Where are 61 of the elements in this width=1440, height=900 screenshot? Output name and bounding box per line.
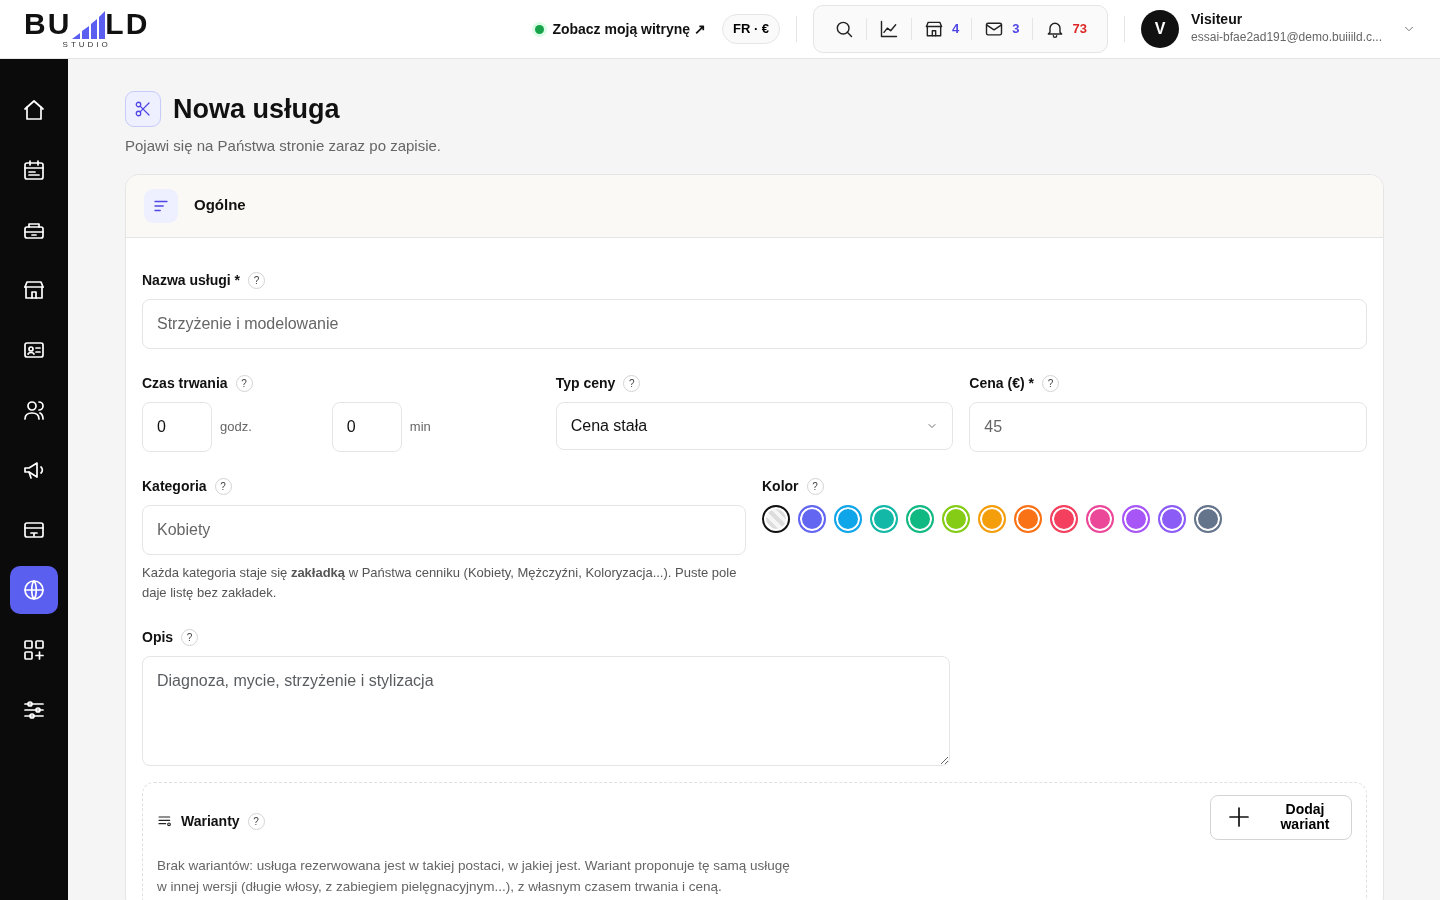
- users-icon: [22, 398, 46, 423]
- site-link[interactable]: Zobacz moją witrynę ↗: [552, 18, 706, 40]
- mail-button[interactable]: 3: [972, 15, 1032, 44]
- variants-title: Warianty: [181, 812, 240, 831]
- color-swatch[interactable]: [978, 504, 1006, 533]
- color-swatch[interactable]: [1194, 504, 1222, 533]
- field-label: Czas trwania: [142, 373, 228, 393]
- color-swatch[interactable]: [1122, 504, 1150, 533]
- color-swatch[interactable]: [798, 504, 826, 533]
- field-label: Kolor: [762, 476, 799, 496]
- unit-label: min: [409, 417, 431, 436]
- scissors-icon: [134, 100, 152, 119]
- minutes-field[interactable]: 0: [331, 401, 402, 452]
- store-button[interactable]: 4: [912, 15, 972, 44]
- search-icon: [834, 19, 855, 40]
- color-swatch[interactable]: [906, 504, 934, 533]
- logo-subtitle: STUDIO: [62, 39, 111, 52]
- color-swatch[interactable]: [1086, 504, 1114, 533]
- color-swatch[interactable]: [1050, 504, 1078, 533]
- no-color-swatch[interactable]: [762, 504, 790, 533]
- page-subtitle: Pojawi się na Państwa stronie zaraz po zapisie.: [125, 136, 442, 157]
- unit-label: godz.: [220, 417, 252, 436]
- variants-empty-text: Brak wariantów: usługa rezerwowana jest w takiej postaci, w jakiej jest. Wariant proponuje tę samą usługę w innej wersji (długie włosy, z zabiegiem pielęgnacyjnym...), z własnym czasem trwania i ceną.: [157, 856, 791, 896]
- field-label: Opis: [142, 628, 174, 647]
- price-field[interactable]: 45: [969, 401, 1367, 452]
- hours-field[interactable]: 0: [142, 401, 212, 452]
- user-email: essai-bfae2ad191@demo.buiiild.c...: [1191, 28, 1382, 46]
- color-swatch[interactable]: [870, 504, 898, 533]
- color-swatch[interactable]: [942, 504, 970, 533]
- sidebar-item[interactable]: [10, 566, 58, 615]
- field-label: Cena (€) *: [969, 373, 1034, 393]
- add-variant-button[interactable]: Dodaj wariant: [1210, 795, 1352, 840]
- logo-text: BU: [24, 9, 72, 40]
- count-label: 4: [952, 20, 960, 39]
- category-field[interactable]: Kobiety: [142, 504, 746, 555]
- logo-text: LD: [105, 9, 150, 40]
- plus-icon: [1227, 805, 1251, 830]
- color-swatch[interactable]: [834, 504, 862, 533]
- select-value: Cena stała: [570, 415, 648, 436]
- locale-button[interactable]: FR · €: [721, 14, 781, 44]
- user-avatar: V: [1141, 10, 1180, 49]
- home-icon: [22, 98, 46, 123]
- category-hint: Każda kategoria staje się zakładką w Państwa cenniku (Kobiety, Mężczyźni, Koloryzacja...). Puste pole daje listę bez zakładek.: [142, 563, 738, 602]
- globe-icon: [22, 578, 46, 603]
- apps-icon: [22, 638, 46, 663]
- field-label: Nazwa usługi *: [142, 270, 241, 290]
- count-label: 3: [1012, 20, 1020, 39]
- user-name: Visiteur: [1191, 12, 1244, 28]
- color-swatch[interactable]: [1014, 504, 1042, 533]
- field-label: Typ ceny: [555, 373, 616, 393]
- price-type-select[interactable]: Cena stała: [555, 401, 954, 450]
- chart-icon: [879, 19, 900, 40]
- calendar-icon: [22, 158, 46, 183]
- field-label: Kategoria: [142, 476, 207, 496]
- color-swatch[interactable]: [1158, 504, 1186, 533]
- section-title: Ogólne: [194, 195, 246, 216]
- description-field[interactable]: Diagnoza, mycie, strzyżenie i stylizacja: [142, 656, 950, 766]
- name-field[interactable]: Strzyżenie i modelowanie: [142, 298, 1367, 349]
- bell-button[interactable]: 73: [1032, 15, 1100, 44]
- count-label: 73: [1072, 20, 1088, 39]
- page-title: Nowa usługa: [173, 93, 340, 126]
